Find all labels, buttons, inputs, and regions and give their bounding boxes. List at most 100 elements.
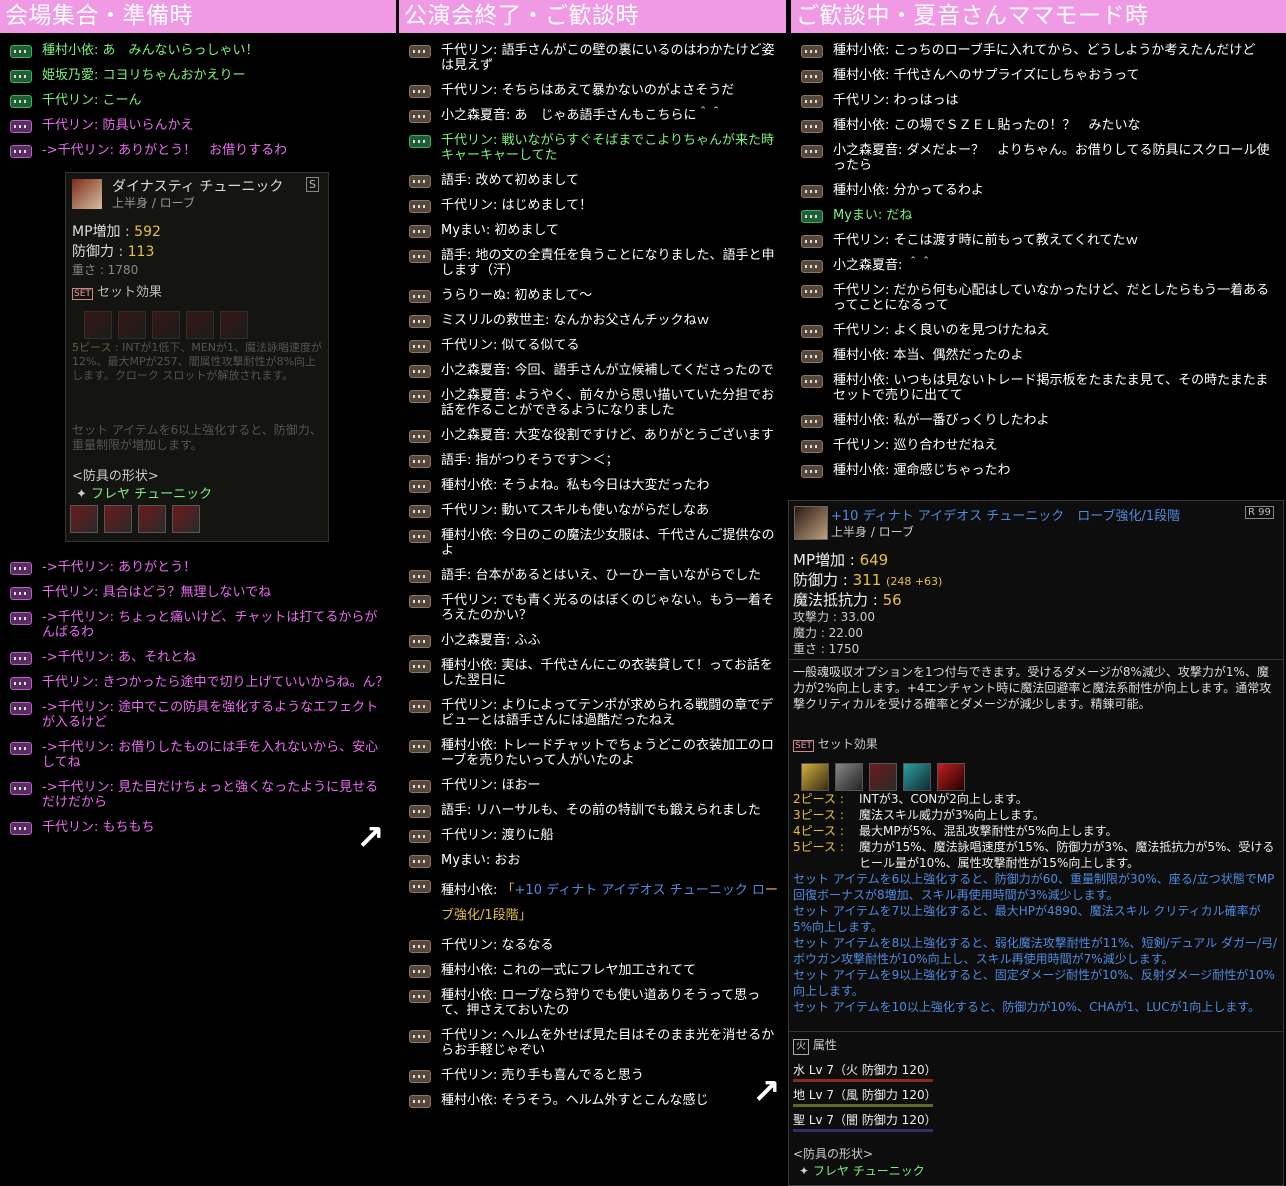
column-header: 公演会終了・ご歓談時 [399,0,786,33]
chat-message-text: 千代リン: もちもち [42,820,155,835]
chat-message-text: Myまい: 初めまして [441,223,560,238]
chat-log[interactable]: 種村小依: こっちのローブ手に入れてから、どうしようか考えたんだけど 種村小依: … [791,43,1286,478]
set-piece-row: 2ピース : INTが3、CONが2向上します。 [793,792,1028,806]
chat-log-bottom[interactable]: ->千代リン: ありがとう！ 千代リン: 具合はどう？無理しないでね ->千代リン:… [0,550,396,835]
column-header: 会場集合・準備時 [0,0,396,33]
stat-row: 魔法抵抗力 : 56 [793,591,902,609]
arrow-icon: ↗ [356,818,385,858]
set-piece-icons [84,311,254,343]
set-piece-row: 5ピース : 魔力が15%、魔法詠唱速度が15%、防御力が3%、魔法抵抗力が5%、… [793,840,1275,870]
chat-message-text: 種村小依: 本当、偶然だったのよ [833,348,1024,363]
chat-message-text: 小之森夏音: ＾＾ [833,258,933,273]
stat-defense: 防御力 : 113 [72,244,155,260]
chat-message-text: 千代リン: 似てる似てる [441,338,580,353]
chat-bubble-icon [409,1030,431,1043]
chat-message-text: 千代リン: 渡りに船 [441,828,554,843]
chat-message-text: 千代リン: 戦いながらすぐそばまでこよりちゃんが来た時キャーキャーしてた [441,133,774,163]
chat-message: 千代リン: よりによってテンポが求められる戦闘の章でデビューとは語手さんには過酷… [399,698,786,728]
chat-message-text: 小之森夏音: あ じゃあ語手さんもこちらに＾＾ [441,108,723,123]
chat-bubble-icon [801,260,823,273]
chat-message: ->千代リン: ありがとう！ お借りするわ [0,143,396,158]
chat-bubble-icon [409,880,431,893]
attribute-row: 水 Lv 7（火 防御力 120） [793,1061,1279,1086]
set-pieces: 2ピース : INTが3、CONが2向上します。 3ピース : 魔法スキル威力が3%向… [793,791,1279,871]
chat-bubble-icon [801,185,823,198]
chat-bubble-icon [801,235,823,248]
attribute-row: 聖 Lv 7（闇 防御力 120） [793,1111,1279,1136]
chat-bubble-icon [409,200,431,213]
chat-bubble-icon [801,95,823,108]
chat-message-text: 千代リン: 巡り合わせだねえ [833,438,998,453]
chat-message: 姫坂乃愛: コヨリちゃんおかえりー [0,68,396,83]
set-enhance-row: セット アイテムを7以上強化すると、最大HPが4890、魔法スキル クリティカル… [793,904,1261,934]
chat-message-text: ミスリルの救世主: なんかお父さんチックねｗ [441,313,710,328]
chat-bubble-icon [801,375,823,388]
chat-message-text: 種村小依: こっちのローブ手に入れてから、どうしようか考えたんだけど [833,43,1256,58]
chat-message: 種村小依: 分かってるわよ [791,183,1286,198]
chat-message-text: 小之森夏音: 今回、語手さんが立候補してくださったので [441,363,774,378]
stat-row: MP増加 : 649 [793,551,889,569]
shape-icons [70,505,206,537]
chat-bubble-icon [10,120,32,133]
sub-stats: 攻撃力 : 33.00 魔力 : 22.00 重さ : 1750 [793,609,875,657]
chat-message-text: 千代リン: そこは渡す時に前もって教えてくれてたｗ [833,233,1139,248]
chat-message: 種村小依: この場でＳＺＥＬ貼ったの！？ みたいな [791,118,1286,133]
main-stats: MP増加 : 649 防御力 : 311 (248 +63) 魔法抵抗力 : 56 [793,551,942,611]
chat-bubble-icon [409,570,431,583]
sub-stat-row: 攻撃力 : 33.00 [793,610,876,624]
chat-message-text: 語手: 改めて初めまして [441,173,580,188]
chat-message: 千代リン: きつかったら途中で切り上げていいからね。ん？ [0,675,396,690]
chat-message-text: ->千代リン: ちょっと痛いけど、チャットは打てるからがんばるわ [42,610,378,640]
chat-bubble-icon [409,660,431,673]
chat-message: ->千代リン: 途中でこの防具を強化するようなエフェクトが入るけど [0,700,396,730]
chat-message-text: 種村小依: トレードチャットでちょうどこの衣装加工のローブを売りたいって人がいた… [441,738,774,768]
chat-message: 小之森夏音: 今回、語手さんが立候補してくださったので [399,363,786,378]
chat-message-text: 千代リン: だから何も心配はしていなかったけど、だとしたらもう一着あるってことに… [833,283,1270,313]
chat-log-top[interactable]: 種村小依: あ みんないらっしゃい！ 姫坂乃愛: コヨリちゃんおかえりー 千代リン:… [0,43,396,158]
chat-message: Myまい: おお [399,853,786,868]
item-tooltip-left: ダイナスティ チューニック S 上半身 / ローブ MP増加 : 592 防御力… [65,172,329,542]
attribute-bar [793,1104,933,1107]
chat-bubble-icon [801,415,823,428]
chat-bubble-icon [10,652,32,665]
chat-message-text: ->千代リン: ありがとう！ [42,560,197,575]
attribute-icon: 火 [793,1039,809,1055]
attribute-row: 地 Lv 7（風 防御力 120） [793,1086,1279,1111]
item-slot: 上半身 / ローブ [831,525,914,539]
item-link[interactable]: +10 ディナト アイデオス チューニック ロ [515,883,765,898]
chat-message: 種村小依: そうそう。ヘルム外すとこんな感じ [399,1093,786,1108]
set-piece-row: 4ピース : 最大MPが5%、混乱攻撃耐性が5%向上します。 [793,824,1118,838]
chat-bubble-icon [10,562,32,575]
chat-message-text: ->千代リン: 見た目だけちょっと強くなったように見せるだけだから [42,780,379,810]
chat-message-text: 千代リン: 動いてスキルも使いながらだしなあ [441,503,710,518]
chat-bubble-icon [409,1070,431,1083]
chat-message-text: ->千代リン: 途中でこの防具を強化するようなエフェクトが入るけど [42,700,379,730]
chat-message: 小之森夏音: 大変な役割ですけど、ありがとうございます [399,428,786,443]
chat-message-item-link: 種村小依: 「+10 ディナト アイデオス チューニック ローブ強化/1段階」 [399,878,786,928]
chat-message: 千代リン: そこは渡す時に前もって教えてくれてたｗ [791,233,1286,248]
chat-message-text: 千代リン: よりによってテンポが求められる戦闘の章でデビューとは語手さんには過酷… [441,698,774,728]
chat-message-text: 種村小依: そうよね。私も今日は大変だったわ [441,478,710,493]
chat-bubble-icon [409,855,431,868]
chat-bubble-icon [409,455,431,468]
chat-log[interactable]: 千代リン: 語手さんがこの壁の裏にいるのはわかたけど姿は見えず 千代リン: そちら… [399,43,786,1108]
chat-bubble-icon [801,440,823,453]
chat-message-text: 種村小依: ローブなら狩りでも使い道ありそうって思って、押さえておいたの [441,988,761,1018]
chat-bubble-icon [409,315,431,328]
chat-bubble-icon [409,250,431,263]
arrow-icon: ↗ [752,1072,781,1112]
chat-bubble-icon [409,480,431,493]
chat-bubble-icon [409,290,431,303]
chat-message: 小之森夏音: ＾＾ [791,258,1286,273]
chat-message-text: ->千代リン: お借りしたものには手を入れないから、安心してね [42,740,379,770]
item-icon [794,506,828,540]
chat-message: 語手: 指がつりそうです＞＜； [399,453,786,468]
chat-bubble-icon [10,782,32,795]
chat-message: 千代リン: ほおー [399,778,786,793]
chat-message: 千代リン: ヘルムを外せば見た目はそのまま光を消せるからお手軽じゃぞい [399,1028,786,1058]
chat-message-text: 千代リン: 語手さんがこの壁の裏にいるのはわかたけど姿は見えず [441,43,775,73]
chat-bubble-icon [10,95,32,108]
chat-message: 千代リン: 語手さんがこの壁の裏にいるのはわかたけど姿は見えず [399,43,786,73]
shape-name: ✦ フレヤ チューニック [799,1164,925,1178]
item-icon [72,179,102,209]
